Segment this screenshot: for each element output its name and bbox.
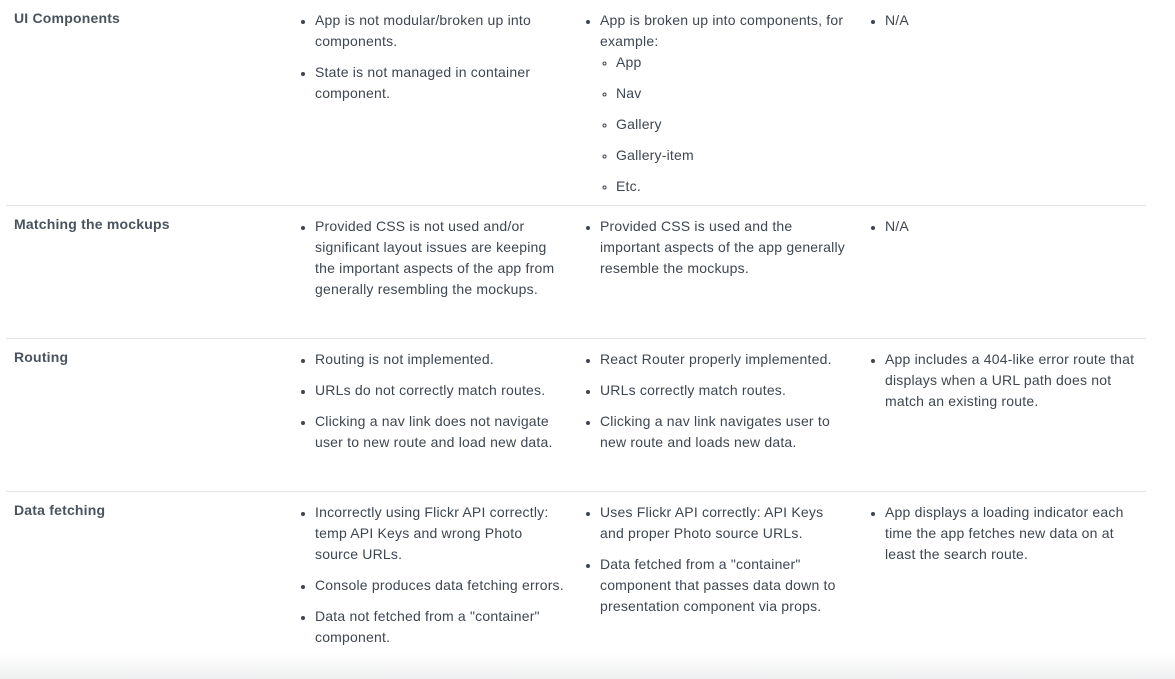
criterion-item: URLs do not correctly match routes. [315,380,576,401]
criterion-item: App displays a loading indicator each ti… [885,502,1146,565]
example-item: Etc. [616,176,851,197]
rubric-row-routing: Routing Routing is not implemented. URLs… [6,339,1146,492]
criterion-item: State is not managed in container compon… [315,62,576,104]
row-title: Data fetching [14,502,106,518]
criterion-item: Data not fetched from a "container" comp… [315,606,576,648]
criterion-item: Clicking a nav link does not navigate us… [315,411,576,453]
row-title: Routing [14,349,69,365]
row-title: Matching the mockups [14,216,170,232]
criterion-item: Data fetched from a "container" componen… [600,554,861,617]
rubric-row-ui-components: UI Components App is not modular/broken … [6,0,1146,206]
criterion-item: N/A [885,10,1146,31]
criterion-text: App is broken up into components, for ex… [600,12,844,49]
criteria-does-not-meet: Routing is not implemented. URLs do not … [291,339,576,491]
criterion-item: Incorrectly using Flickr API correctly: … [315,502,576,565]
criterion-item: URLs correctly match routes. [600,380,861,401]
criteria-does-not-meet: Provided CSS is not used and/or signific… [291,206,576,338]
criterion-item: Provided CSS is used and the important a… [600,216,861,279]
rubric-table: UI Components App is not modular/broken … [6,0,1146,679]
example-item: App [616,52,851,73]
criteria-exceeds: N/A [861,0,1146,205]
criterion-item: App includes a 404-like error route that… [885,349,1146,412]
criteria-does-not-meet: App is not modular/broken up into compon… [291,0,576,205]
rubric-row-matching-mockups: Matching the mockups Provided CSS is not… [6,206,1146,339]
rubric-row-data-fetching: Data fetching Incorrectly using Flickr A… [6,492,1146,679]
example-item: Gallery [616,114,851,135]
criterion-item: React Router properly implemented. [600,349,861,370]
criterion-item: Provided CSS is not used and/or signific… [315,216,576,300]
criterion-item: N/A [885,216,1146,237]
row-title: UI Components [14,10,121,26]
criterion-item: App is not modular/broken up into compon… [315,10,576,52]
criterion-item: Routing is not implemented. [315,349,576,370]
criterion-item: App is broken up into components, for ex… [600,10,861,197]
criteria-exceeds: App displays a loading indicator each ti… [861,492,1146,679]
criteria-meets: React Router properly implemented. URLs … [576,339,861,491]
criteria-does-not-meet: Incorrectly using Flickr API correctly: … [291,492,576,679]
criteria-meets: App is broken up into components, for ex… [576,0,861,205]
criterion-item: Console produces data fetching errors. [315,575,576,596]
example-item: Gallery-item [616,145,851,166]
criteria-meets: Provided CSS is used and the important a… [576,206,861,338]
criteria-exceeds: N/A [861,206,1146,338]
criterion-item: Clicking a nav link navigates user to ne… [600,411,861,453]
example-item: Nav [616,83,851,104]
criteria-exceeds: App includes a 404-like error route that… [861,339,1146,491]
criterion-item: Uses Flickr API correctly: API Keys and … [600,502,861,544]
component-examples: App Nav Gallery Gallery-item Etc. [600,52,851,197]
criteria-meets: Uses Flickr API correctly: API Keys and … [576,492,861,679]
